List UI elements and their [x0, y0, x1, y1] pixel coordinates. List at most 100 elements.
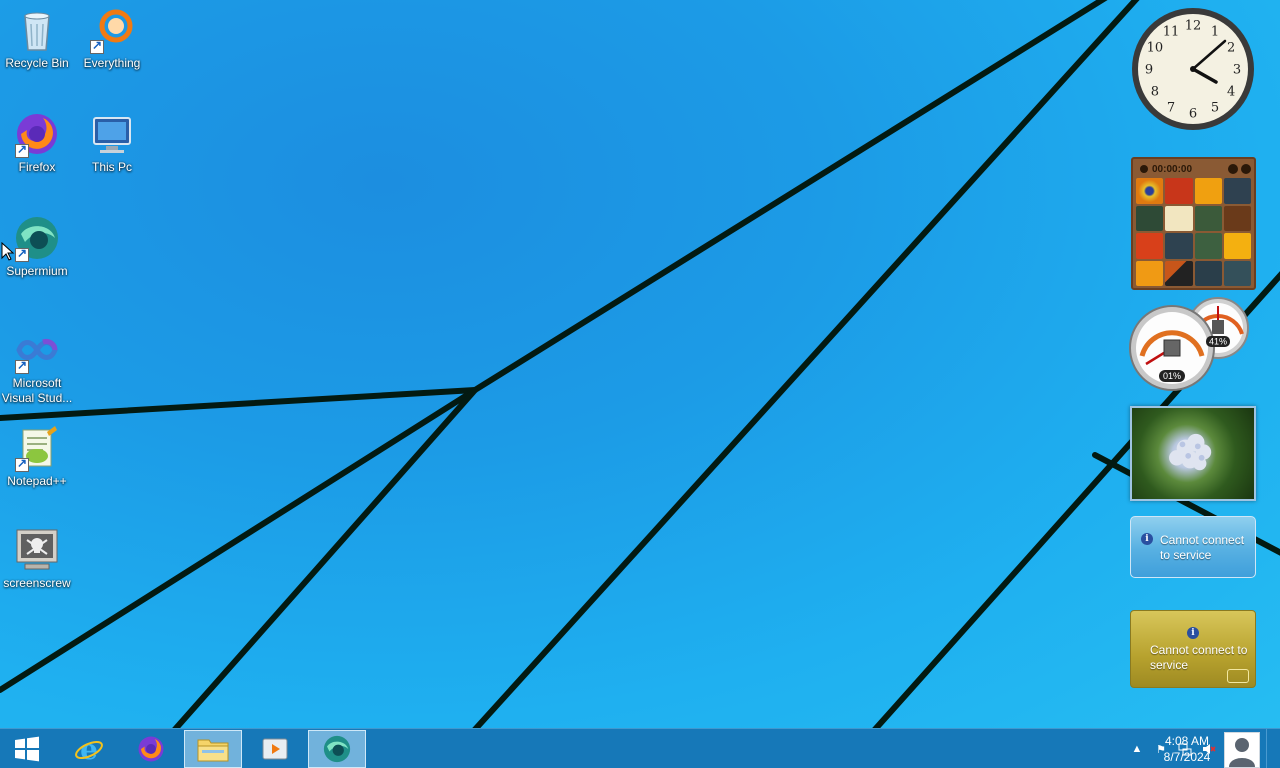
puzzle-tile[interactable]: [1136, 233, 1164, 259]
puzzle-tile[interactable]: [1223, 260, 1251, 286]
notepadpp-icon: [13, 424, 61, 472]
visual-studio-icon: [13, 326, 61, 374]
clock-numeral: 8: [1151, 85, 1159, 100]
memory-chip-icon: [1212, 320, 1224, 334]
desktop-icon-label: Recycle Bin: [5, 56, 69, 70]
clock-numeral: 9: [1145, 63, 1153, 78]
clock-numeral: 12: [1185, 19, 1202, 34]
picture-puzzle-gadget[interactable]: 00:00:00: [1131, 157, 1256, 290]
taskbar-date: 8/7/2024: [1163, 750, 1211, 764]
shortcut-arrow-icon: [15, 142, 29, 158]
slideshow-gadget[interactable]: [1130, 406, 1256, 501]
puzzle-tile[interactable]: [1194, 260, 1222, 286]
puzzle-tile[interactable]: [1136, 178, 1164, 204]
desktop-icon-screenscrew[interactable]: screenscrew: [0, 526, 74, 591]
desktop-icon-label: This Pc: [91, 160, 132, 174]
weather-gadget[interactable]: i Cannot connect to service: [1130, 516, 1256, 578]
firefox-icon: [138, 736, 164, 762]
desktop-icon-notepadpp[interactable]: Notepad++: [0, 424, 74, 489]
clock-numeral: 3: [1233, 63, 1241, 78]
puzzle-tile[interactable]: [1194, 233, 1222, 259]
shuffle-icon[interactable]: [1241, 164, 1251, 174]
puzzle-timer: 00:00:00: [1152, 163, 1193, 175]
recycle-bin-icon: [13, 6, 61, 54]
puzzle-tile[interactable]: [1165, 233, 1193, 259]
shortcut-arrow-icon: [15, 358, 29, 374]
desktop-icon-firefox[interactable]: Firefox: [0, 110, 74, 175]
taskbar-clock[interactable]: 4:08 AM 8/7/2024: [1150, 733, 1224, 765]
puzzle-tile[interactable]: [1223, 178, 1251, 204]
taskbar-supermium[interactable]: [308, 730, 366, 768]
start-button[interactable]: [0, 730, 54, 768]
cpu-chip-icon: [1163, 339, 1181, 357]
firefox-icon: [13, 110, 61, 158]
mouse-cursor-icon: [1, 242, 15, 261]
clock-numeral: 7: [1167, 101, 1175, 116]
desktop-icon-label: Everything: [83, 56, 141, 70]
clock-numeral: 11: [1163, 24, 1180, 39]
shortcut-arrow-icon: [15, 456, 29, 472]
hydrangea-photo: [1169, 433, 1212, 471]
folder-icon: [197, 739, 229, 762]
desktop-icon-label: Microsoft Visual Stud...: [1, 376, 73, 405]
taskbar-internet-explorer[interactable]: e: [60, 730, 118, 768]
desktop-icon-label: Supermium: [6, 264, 68, 278]
clock-numeral: 2: [1227, 41, 1235, 56]
shortcut-arrow-icon: [90, 38, 104, 54]
desktop-icon-visual-studio[interactable]: Microsoft Visual Stud...: [0, 326, 74, 406]
desktop-icon-label: Notepad++: [7, 474, 67, 488]
desktop-icon-this-pc[interactable]: This Pc: [75, 110, 149, 175]
wallpaper: [0, 0, 1280, 728]
desktop-icon-recycle-bin[interactable]: Recycle Bin: [0, 6, 74, 71]
taskbar-file-explorer[interactable]: [184, 730, 242, 768]
weather-message: Cannot connect to service: [1160, 533, 1245, 562]
taskbar: e ▲ ⚑ 4:08 AM 8/7/2024: [0, 728, 1280, 768]
svg-text:e: e: [80, 734, 98, 764]
puzzle-tile[interactable]: [1165, 205, 1193, 231]
cpu-value: 01%: [1163, 371, 1181, 381]
cpu-meter-gadget[interactable]: 01% 41%: [1128, 296, 1256, 392]
skull-monitor-icon: [13, 526, 61, 574]
clock-numeral: 4: [1227, 85, 1235, 100]
info-icon: i: [1187, 627, 1199, 639]
taskbar-media-player[interactable]: [246, 730, 304, 768]
puzzle-tile[interactable]: [1194, 205, 1222, 231]
clock-numeral: 1: [1211, 24, 1219, 39]
user-avatar[interactable]: [1224, 732, 1260, 768]
clock-numeral: 5: [1211, 101, 1219, 116]
puzzle-tile[interactable]: [1223, 205, 1251, 231]
help-icon[interactable]: [1228, 164, 1238, 174]
clock-numeral: 6: [1189, 107, 1197, 122]
desktop-icon-label: screenscrew: [3, 576, 71, 590]
puzzle-tile[interactable]: [1194, 178, 1222, 204]
puzzle-tile[interactable]: [1165, 178, 1193, 204]
windows-logo-icon: [15, 736, 39, 762]
media-player-icon: [262, 738, 288, 760]
everything-search-icon: [88, 6, 136, 54]
supermium-icon: [323, 735, 351, 763]
puzzle-tile[interactable]: [1223, 233, 1251, 259]
coins-icon: [1227, 669, 1249, 683]
info-icon: i: [1141, 533, 1153, 545]
desktop-icon-everything[interactable]: Everything: [75, 6, 149, 71]
puzzle-tile[interactable]: [1165, 260, 1193, 286]
puzzle-grid[interactable]: [1136, 178, 1251, 286]
clock-numeral: 10: [1147, 41, 1164, 56]
currency-gadget[interactable]: i Cannot connect to service: [1130, 610, 1256, 688]
chevron-up-icon[interactable]: ▲: [1130, 742, 1144, 756]
supermium-icon: [13, 214, 61, 262]
show-desktop-button[interactable]: [1266, 729, 1280, 768]
taskbar-time: 4:08 AM: [1164, 734, 1210, 748]
clock-gadget[interactable]: 12 1 2 3 4 5 6 7 8 9 10 11: [1130, 6, 1256, 132]
timer-icon: [1140, 165, 1148, 173]
memory-value: 41%: [1209, 337, 1227, 347]
user-icon: [1229, 738, 1255, 767]
taskbar-firefox[interactable]: [122, 730, 180, 768]
puzzle-tile[interactable]: [1136, 260, 1164, 286]
shortcut-arrow-icon: [15, 246, 29, 262]
desktop-icon-label: Firefox: [18, 160, 56, 174]
desktop[interactable]: Recycle Bin Everything Firefox This Pc S…: [0, 0, 1280, 728]
internet-explorer-icon: e: [75, 734, 103, 764]
computer-icon: [88, 110, 136, 158]
puzzle-tile[interactable]: [1136, 205, 1164, 231]
